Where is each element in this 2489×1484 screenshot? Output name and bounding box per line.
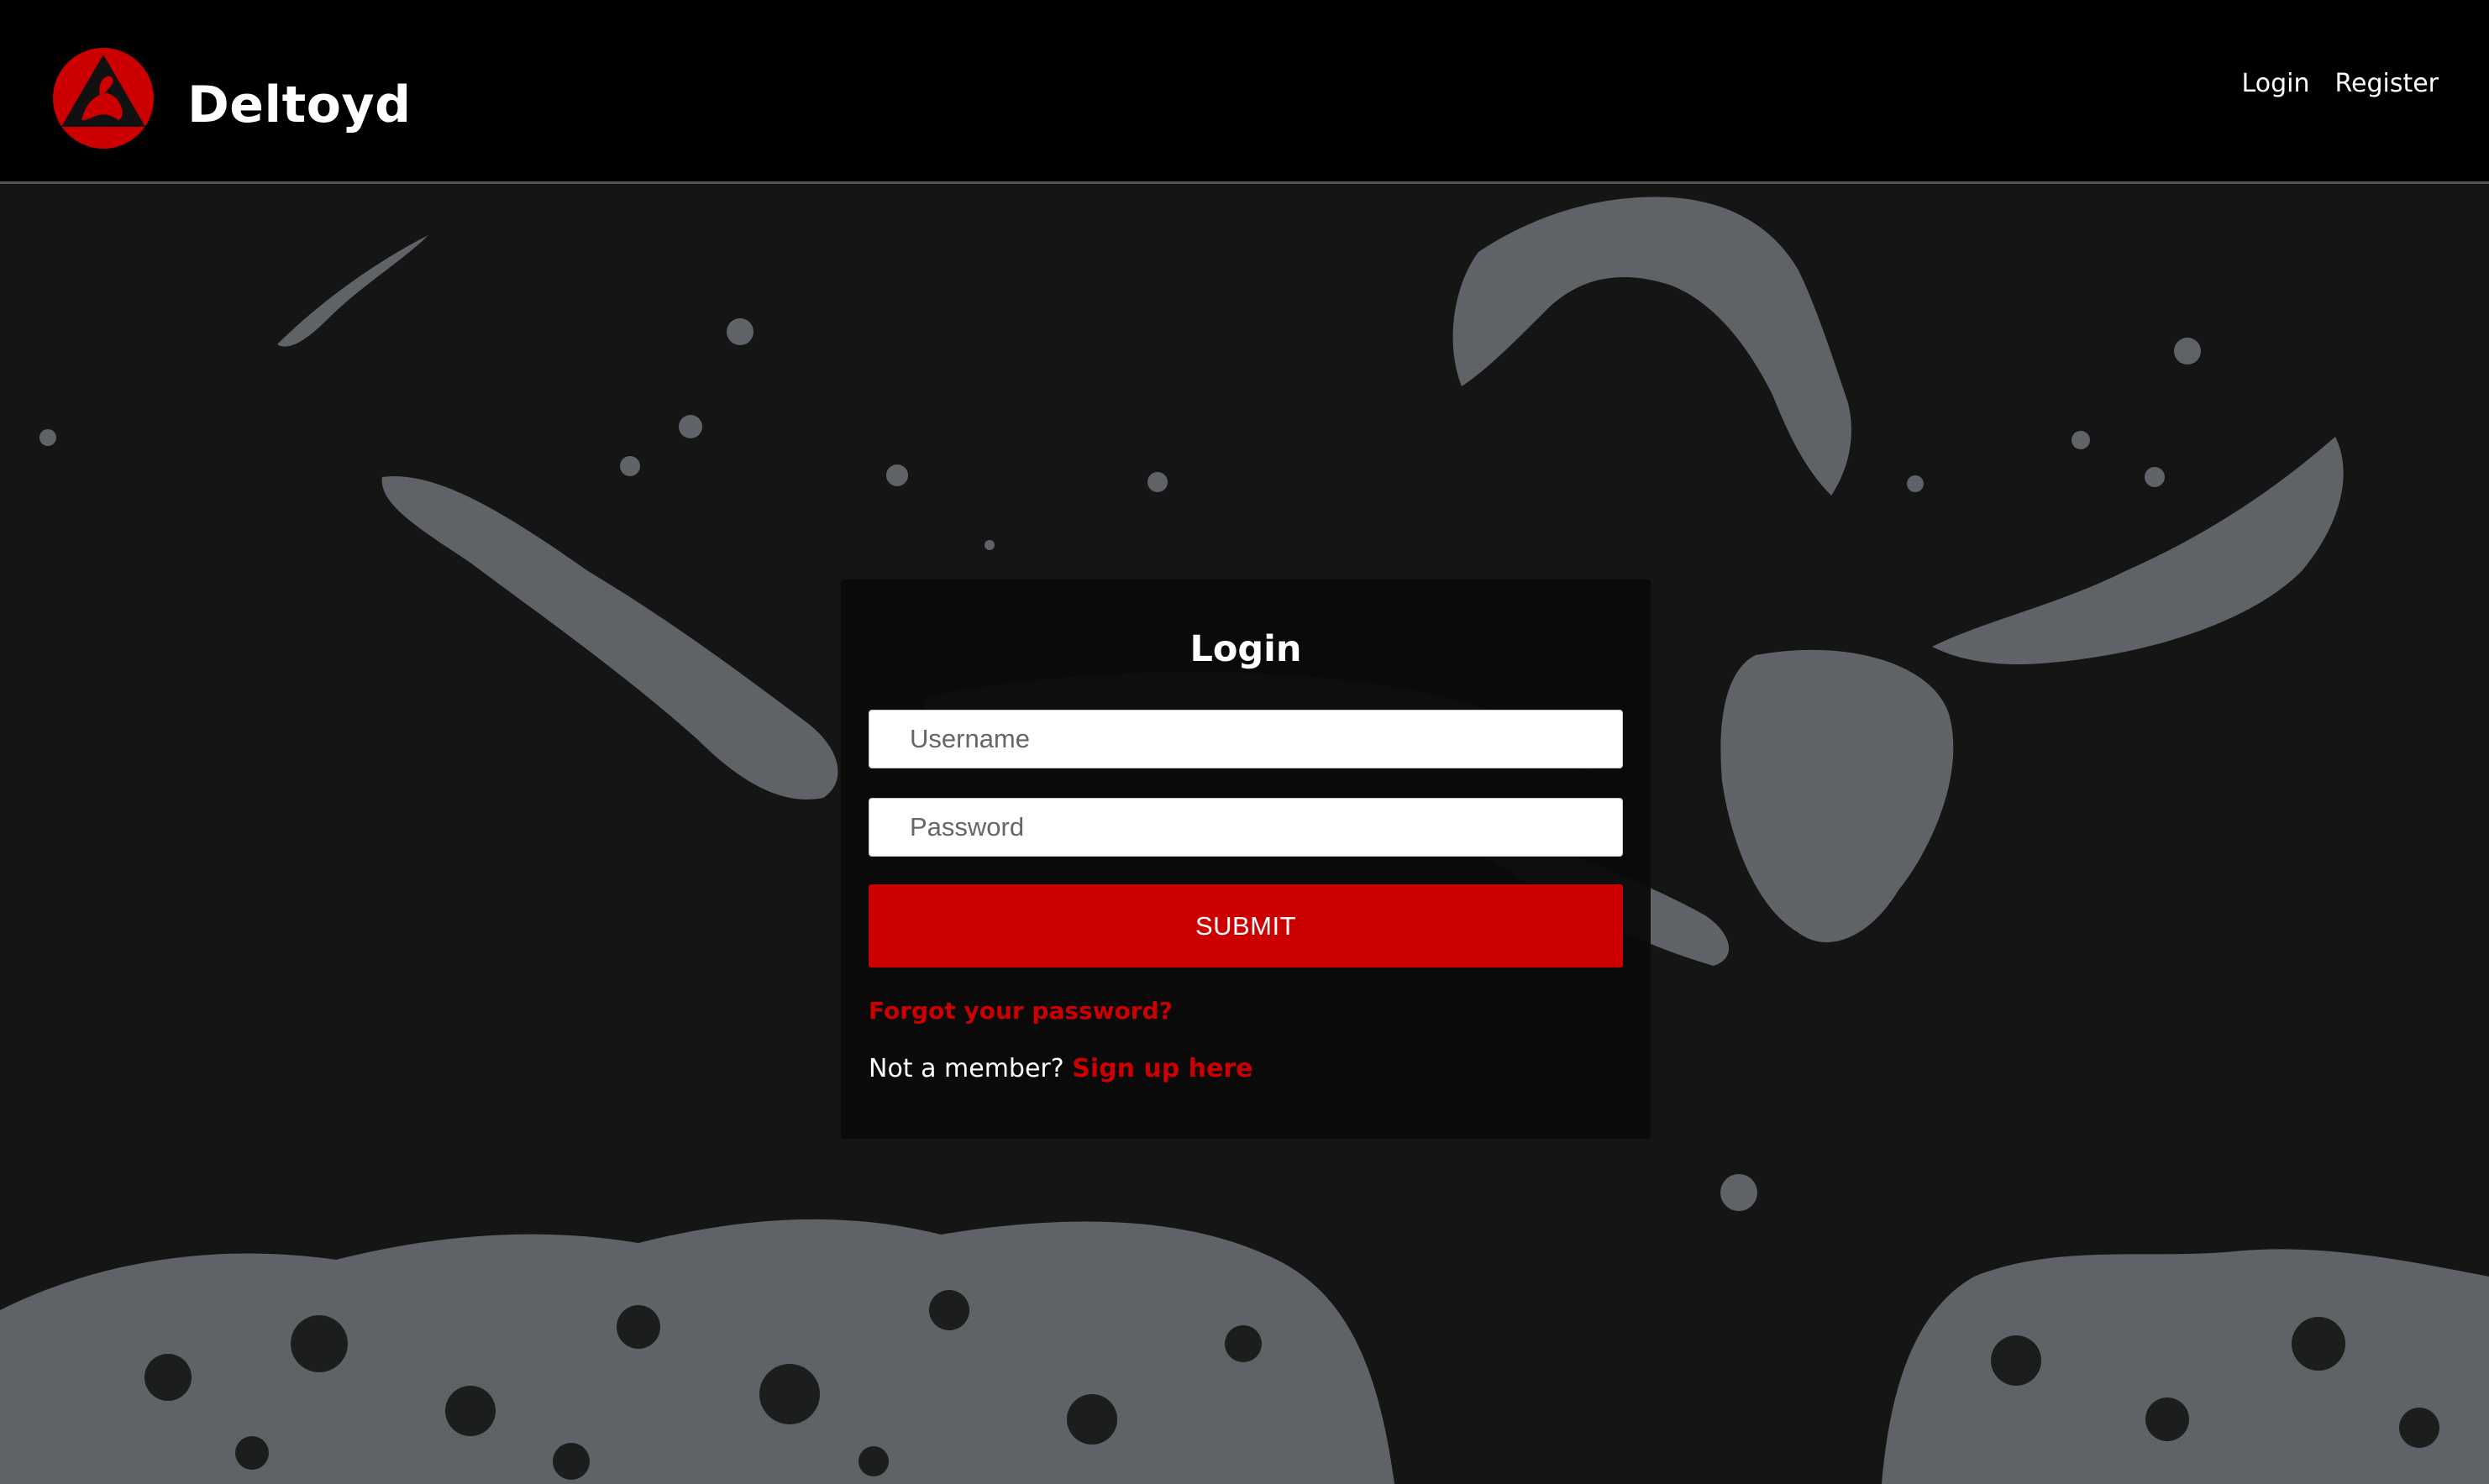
top-navbar: Deltoyd Login Register (0, 0, 2489, 184)
not-member-text: Not a member? (869, 1054, 1064, 1083)
nav-login-link[interactable]: Login (2242, 69, 2310, 98)
nav-links: Login Register (2242, 69, 2439, 98)
nav-register-link[interactable]: Register (2334, 69, 2439, 98)
password-input[interactable] (869, 798, 1623, 857)
flexed-arm-triangle-logo-icon[interactable] (51, 46, 155, 150)
username-input[interactable] (869, 710, 1623, 768)
login-card: Login SUBMIT Forgot your password? Not a… (841, 579, 1651, 1139)
signup-prompt: Not a member? Sign up here (869, 1054, 1253, 1083)
brand-name[interactable]: Deltoyd (187, 67, 412, 143)
submit-button[interactable]: SUBMIT (869, 884, 1623, 967)
forgot-password-link[interactable]: Forgot your password? (869, 997, 1173, 1025)
login-title: Login (1189, 628, 1302, 670)
sign-up-link[interactable]: Sign up here (1072, 1054, 1252, 1083)
